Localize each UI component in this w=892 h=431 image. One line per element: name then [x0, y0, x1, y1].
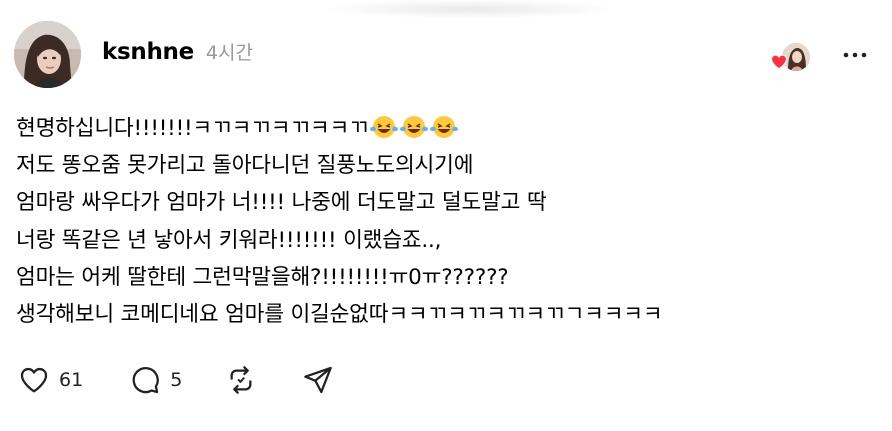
post-line: 생각해보니 코메디네요 엄마를 이길순없따ㅋㅋㄲㅋㄲㅋㄲㅋㄲㄱㅋㅋㅋㅋ	[16, 302, 663, 328]
like-count: 61	[59, 369, 84, 391]
post-line: 저도 똥오줌 못가리고 돌아다니던 질풍노도의시기에	[16, 153, 474, 179]
post-line: 너랑 똑같은 년 낳아서 키워라!!!!!!! 이랬습죠..,	[16, 227, 442, 253]
post-actions: 61 5	[18, 364, 334, 396]
laughing-emoji-icon	[399, 116, 428, 138]
send-icon	[304, 366, 333, 394]
like-button[interactable]: 61	[18, 364, 83, 396]
laughing-emoji-icon	[369, 116, 398, 138]
post-body: 현명하십니다!!!!!!!ㅋㄲㅋㄲㅋㄲㅋㅋㄲ 저도 똥오줌 못가리고 돌아다니던…	[16, 110, 663, 333]
author-username[interactable]: ksnhne	[102, 39, 194, 65]
author-liked-badge[interactable]	[770, 41, 812, 73]
post-header: ksnhne 4시간	[102, 38, 253, 65]
top-shadow	[330, 0, 610, 18]
post-line-text: 현명하십니다!!!!!!!ㅋㄲㅋㄲㅋㄲㅋㅋㄲ	[16, 116, 369, 141]
laughing-emoji-icon	[429, 116, 458, 138]
heart-outline-icon	[20, 367, 48, 393]
repost-icon	[230, 366, 252, 394]
post-line: 엄마랑 싸우다가 엄마가 너!!!! 나중에 더도말고 덜도말고 딱	[16, 190, 547, 216]
more-options-button[interactable]	[838, 42, 874, 66]
repost-button[interactable]	[225, 364, 257, 396]
share-button[interactable]	[302, 364, 334, 396]
comment-button[interactable]: 5	[129, 364, 182, 396]
comment-bubble-icon	[132, 366, 159, 394]
post-time: 4시간	[205, 42, 253, 64]
more-horizontal-icon	[843, 52, 867, 58]
author-avatar[interactable]	[14, 21, 81, 88]
post-line: 엄마는 어케 딸한테 그런막말을해?!!!!!!!!ㅠ0ㅠ??????	[16, 264, 509, 290]
post-line: 현명하십니다!!!!!!!ㅋㄲㅋㄲㅋㄲㅋㅋㄲ	[16, 110, 662, 147]
avatar-photo	[14, 21, 81, 88]
comment-count: 5	[170, 369, 183, 391]
red-heart-icon	[770, 54, 788, 70]
